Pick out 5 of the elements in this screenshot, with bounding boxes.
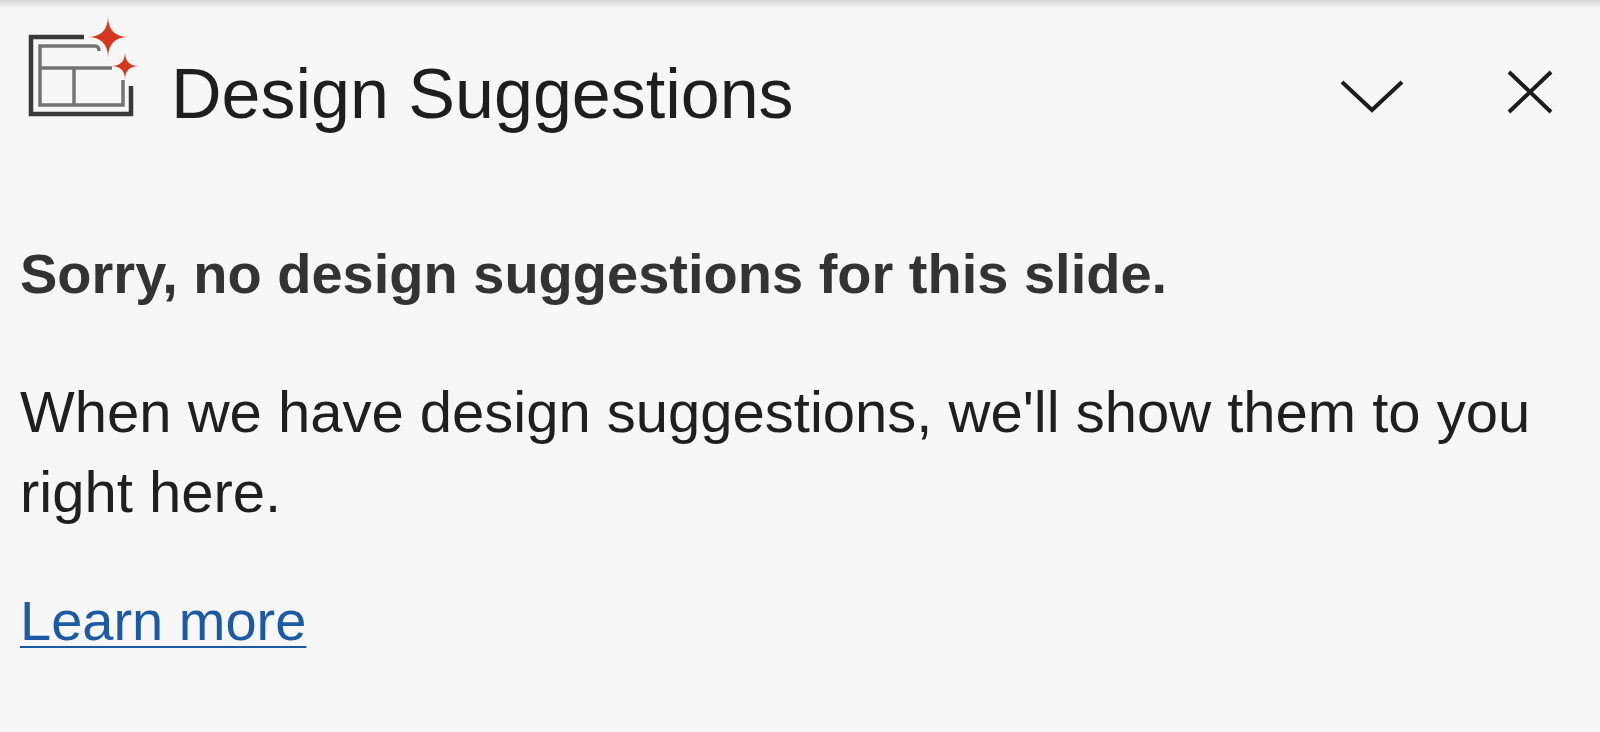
chevron-down-icon: [1339, 79, 1405, 113]
close-icon: [1506, 69, 1554, 115]
message-text: When we have design suggestions, we'll show them to you right here.: [20, 378, 1532, 526]
learn-more-link[interactable]: Learn more: [20, 588, 307, 654]
message-heading: Sorry, no design suggestions for this slide.: [20, 241, 1168, 307]
